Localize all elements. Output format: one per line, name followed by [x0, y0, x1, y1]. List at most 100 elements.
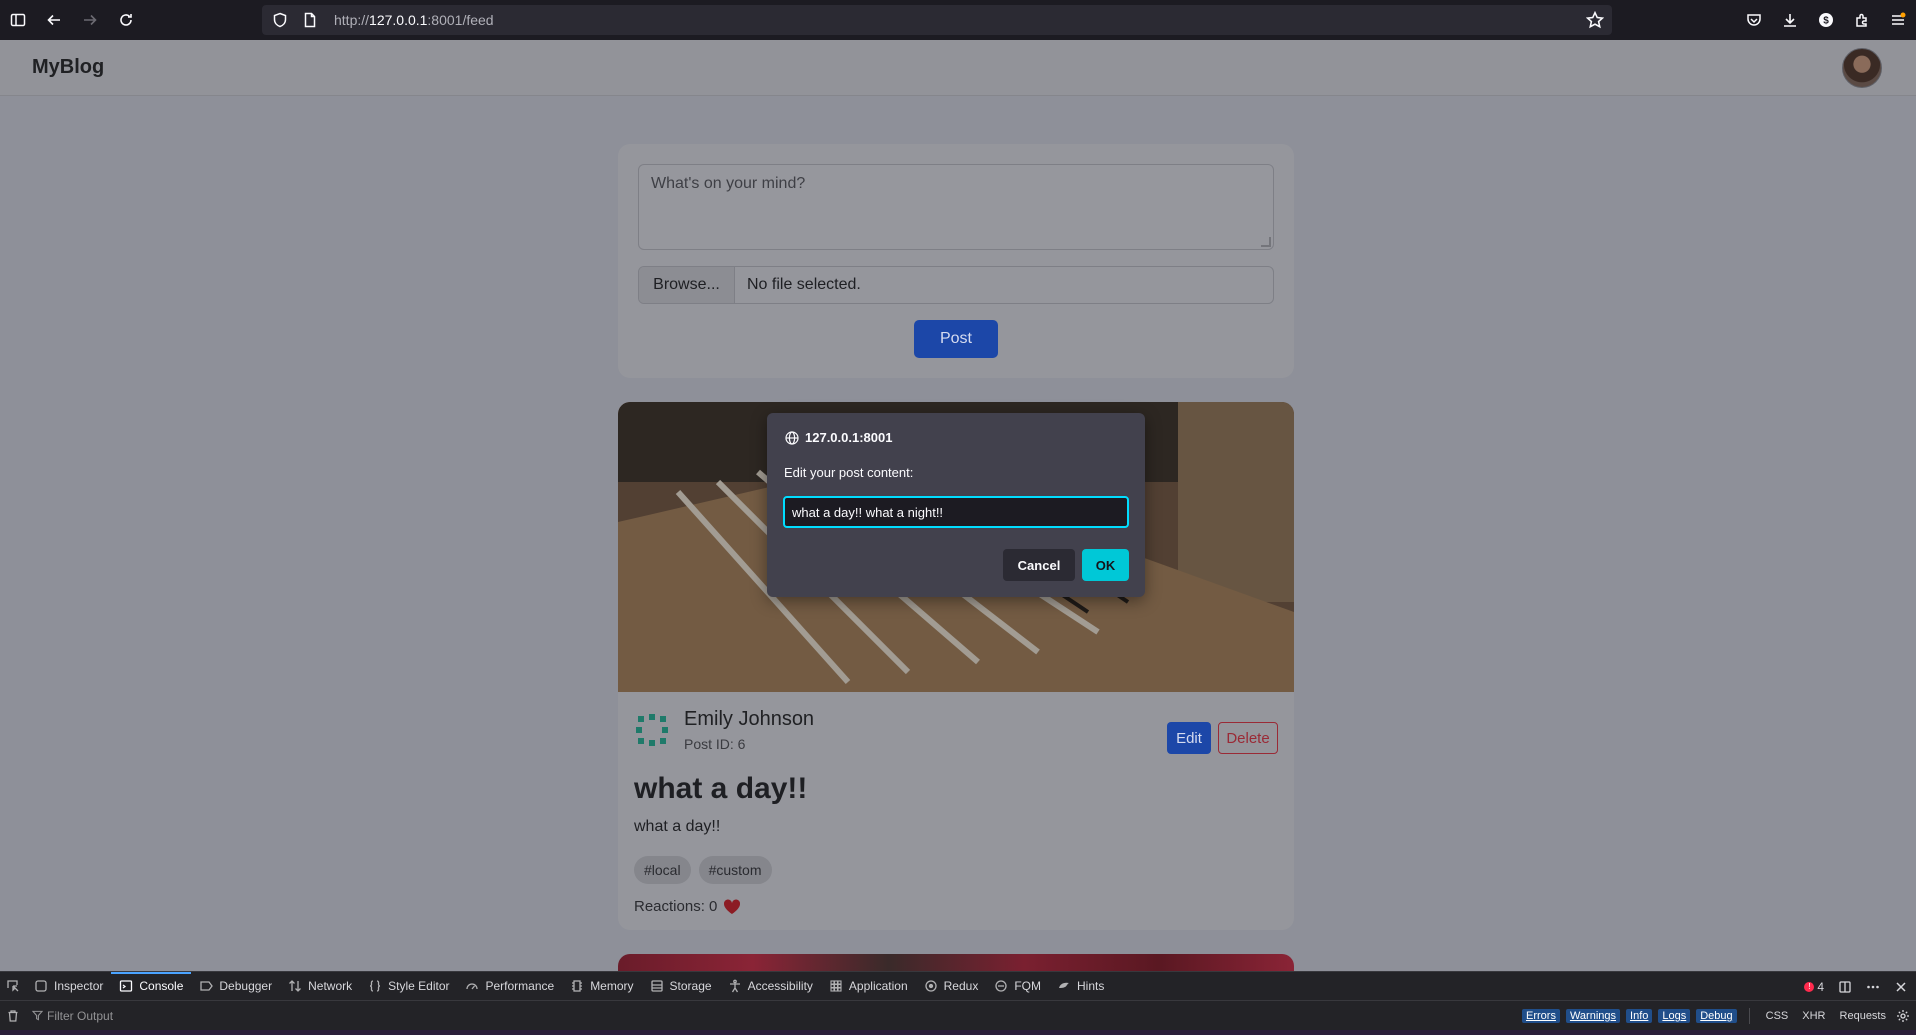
ok-button[interactable]: OK: [1082, 549, 1129, 581]
devtools-toolbar: Inspector Console Debugger Network Style…: [0, 971, 1916, 1000]
error-count-badge[interactable]: ! 4: [1804, 980, 1824, 994]
filter-logs[interactable]: Logs: [1658, 1009, 1691, 1023]
fqm-icon: [995, 980, 1007, 992]
memory-icon: [572, 980, 583, 992]
element-picker-icon[interactable]: [0, 972, 26, 1001]
shield-icon[interactable]: [272, 11, 290, 29]
cancel-button[interactable]: Cancel: [1003, 549, 1075, 581]
post-composer: What's on your mind? Browse... No file s…: [618, 144, 1294, 378]
tab-console[interactable]: Console: [111, 971, 192, 1001]
sidebar-toggle-icon[interactable]: [0, 0, 36, 40]
download-icon[interactable]: [1772, 0, 1808, 40]
log-level-filters: Errors Warnings Info Logs Debug CSS XHR …: [1522, 1001, 1916, 1031]
inspector-icon: [35, 980, 47, 992]
console-settings-icon[interactable]: [1896, 1009, 1910, 1023]
tab-debugger[interactable]: Debugger: [191, 972, 280, 1001]
console-icon: [120, 980, 133, 992]
trash-icon[interactable]: [0, 1001, 26, 1031]
post-button[interactable]: Post: [914, 320, 998, 358]
edit-button[interactable]: Edit: [1167, 722, 1211, 754]
menu-icon[interactable]: [1880, 0, 1916, 40]
author-identicon-icon: [636, 714, 668, 746]
tag-list: #local #custom: [634, 856, 772, 884]
more-options-icon[interactable]: [1866, 980, 1880, 994]
tab-storage[interactable]: Storage: [642, 972, 720, 1001]
file-input[interactable]: Browse... No file selected.: [638, 266, 1274, 304]
resize-handle-icon[interactable]: [1261, 237, 1271, 247]
divider: [1748, 1008, 1750, 1024]
browse-button[interactable]: Browse...: [639, 267, 735, 303]
console-output-area: [0, 1030, 1916, 1035]
dock-icon[interactable]: [1838, 980, 1852, 994]
browser-toolbar: http://127.0.0.1:8001/feed $: [0, 0, 1916, 40]
debugger-icon: [200, 981, 214, 991]
filter-icon: [32, 1010, 43, 1021]
user-avatar[interactable]: [1842, 48, 1882, 88]
application-icon: [830, 980, 842, 992]
dialog-origin-text: 127.0.0.1:8001: [805, 430, 893, 445]
file-status: No file selected.: [747, 276, 861, 293]
accessibility-icon: [729, 979, 740, 993]
filter-requests[interactable]: Requests: [1836, 1009, 1890, 1023]
forward-icon[interactable]: [72, 0, 108, 40]
post-title: what a day!!: [634, 772, 808, 805]
tab-memory[interactable]: Memory: [562, 972, 641, 1001]
reload-icon[interactable]: [108, 0, 144, 40]
hints-icon: [1059, 982, 1069, 988]
pocket-icon[interactable]: [1736, 0, 1772, 40]
tab-inspector[interactable]: Inspector: [26, 972, 111, 1001]
bookmark-star-icon[interactable]: [1585, 10, 1605, 29]
extensions-icon[interactable]: [1844, 0, 1880, 40]
filter-debug[interactable]: Debug: [1696, 1009, 1737, 1023]
app-header: MyBlog: [0, 40, 1916, 96]
account-icon[interactable]: $: [1808, 0, 1844, 40]
globe-icon: [785, 430, 799, 445]
tag-chip[interactable]: #custom: [698, 856, 772, 884]
performance-icon: [466, 983, 479, 990]
filter-warnings[interactable]: Warnings: [1565, 1009, 1621, 1023]
error-icon: !: [1804, 981, 1815, 992]
textarea-placeholder: What's on your mind?: [651, 175, 806, 192]
filter-info[interactable]: Info: [1626, 1009, 1653, 1023]
post-id: Post ID: 6: [684, 736, 746, 752]
tab-fqm[interactable]: FQM: [986, 972, 1049, 1001]
tab-accessibility[interactable]: Accessibility: [720, 972, 821, 1001]
dialog-message: Edit your post content:: [784, 465, 914, 480]
url-bar[interactable]: http://127.0.0.1:8001/feed: [262, 5, 1612, 35]
network-icon: [289, 980, 302, 992]
filter-output-input[interactable]: Filter Output: [32, 1009, 113, 1023]
dialog-input[interactable]: what a day!! what a night!!: [783, 496, 1129, 528]
delete-button[interactable]: Delete: [1218, 722, 1278, 754]
devtools-right-tools: ! 4: [1804, 972, 1916, 1001]
tab-style-editor[interactable]: Style Editor: [360, 972, 457, 1001]
back-icon[interactable]: [36, 0, 72, 40]
filter-xhr[interactable]: XHR: [1798, 1009, 1829, 1023]
reactions-count: Reactions: 0: [634, 898, 718, 915]
brand-logo[interactable]: MyBlog: [32, 56, 104, 79]
close-icon[interactable]: [1894, 980, 1908, 994]
redux-icon: [924, 980, 937, 992]
console-filter-bar: Filter Output Errors Warnings Info Logs …: [0, 1000, 1916, 1030]
error-count: 4: [1817, 979, 1824, 994]
post-textarea[interactable]: What's on your mind?: [638, 164, 1274, 250]
tab-redux[interactable]: Redux: [916, 972, 987, 1001]
reactions: Reactions: 0: [634, 898, 741, 915]
tab-hints[interactable]: Hints: [1049, 972, 1112, 1001]
post-author: Emily Johnson: [684, 708, 815, 730]
filter-errors[interactable]: Errors: [1522, 1009, 1560, 1023]
prompt-dialog: 127.0.0.1:8001 Edit your post content: w…: [767, 413, 1145, 597]
browser-right-tools: $: [1736, 0, 1916, 40]
tag-chip[interactable]: #local: [634, 856, 691, 884]
filter-placeholder: Filter Output: [47, 1008, 114, 1023]
dialog-origin: 127.0.0.1:8001: [785, 430, 892, 445]
svg-text:$: $: [1823, 16, 1829, 27]
tab-performance[interactable]: Performance: [457, 972, 562, 1001]
page-icon: [302, 11, 320, 29]
url-text[interactable]: http://127.0.0.1:8001/feed: [334, 12, 494, 28]
style-editor-icon: [370, 980, 381, 992]
heart-icon[interactable]: [723, 898, 741, 915]
tab-network[interactable]: Network: [280, 972, 360, 1001]
tab-application[interactable]: Application: [821, 972, 916, 1001]
storage-icon: [650, 980, 663, 992]
filter-css[interactable]: CSS: [1762, 1009, 1793, 1023]
